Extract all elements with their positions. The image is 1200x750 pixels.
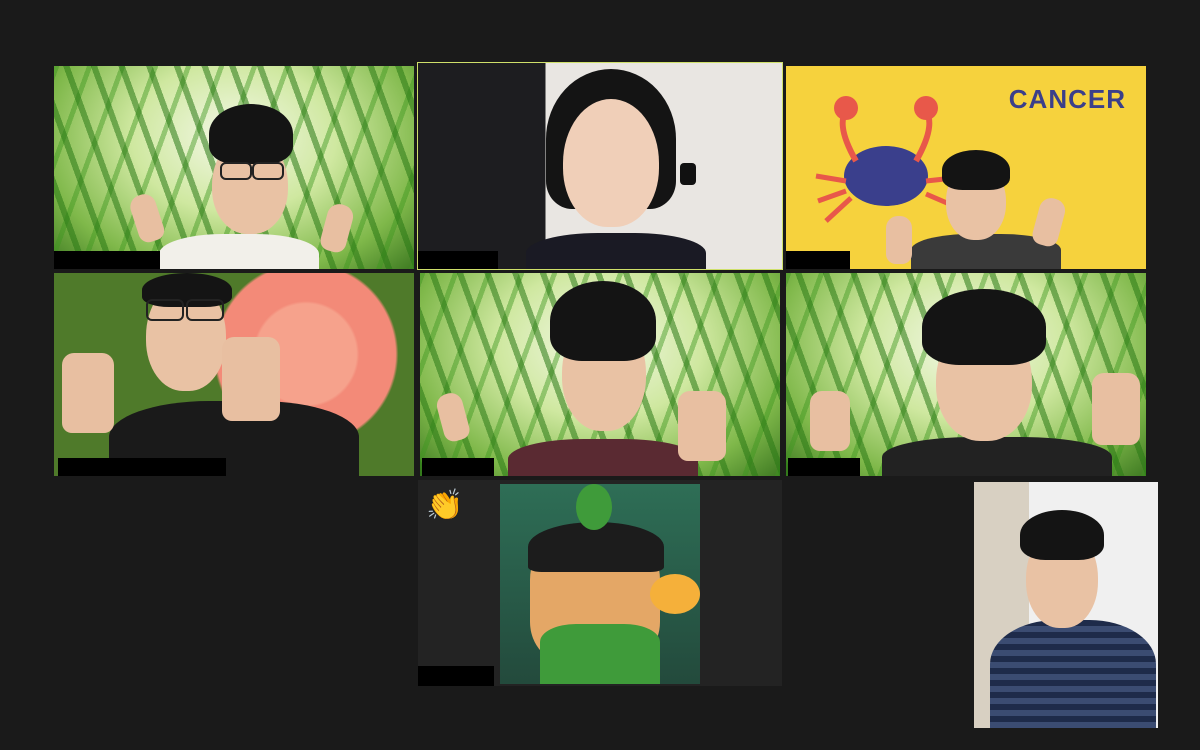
video-tile-participant-1[interactable] xyxy=(54,66,414,269)
video-tile-participant-4[interactable] xyxy=(54,273,414,476)
participant-video xyxy=(54,66,414,269)
participant-name xyxy=(54,251,160,269)
video-tile-participant-3[interactable]: CANCER xyxy=(786,66,1146,269)
participant-avatar-image xyxy=(500,484,700,684)
participant-video xyxy=(54,273,414,476)
participant-video xyxy=(974,482,1158,728)
participant-name xyxy=(58,458,226,476)
participant-name xyxy=(418,666,494,686)
participant-name xyxy=(422,458,494,476)
participant-video xyxy=(420,273,780,476)
video-tile-participant-6[interactable] xyxy=(786,273,1146,476)
participant-name xyxy=(786,251,850,269)
participant-name xyxy=(788,458,860,476)
participant-video xyxy=(418,63,782,269)
video-tile-self-view[interactable] xyxy=(974,482,1158,728)
participant-name xyxy=(418,251,498,269)
video-tile-participant-2-active-speaker[interactable] xyxy=(417,62,783,270)
participant-video xyxy=(786,273,1146,476)
video-tile-participant-5[interactable] xyxy=(420,273,780,476)
meeting-gallery: { "gallery": { "tiles": [ {"id":"p1","na… xyxy=(0,0,1200,750)
reaction-emoji-clapping: 👏 xyxy=(426,489,464,522)
video-tile-participant-7[interactable]: 👏 xyxy=(418,480,782,686)
participant-video xyxy=(786,66,1146,269)
